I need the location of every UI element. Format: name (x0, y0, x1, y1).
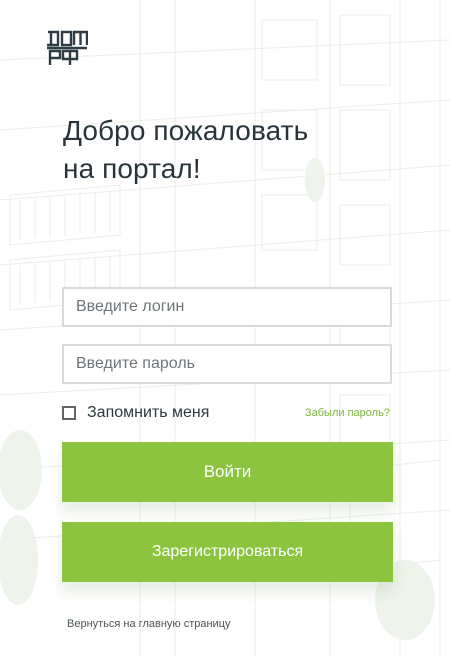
checkbox-icon[interactable] (62, 406, 76, 420)
welcome-heading: Добро пожаловать на портал! (63, 112, 393, 188)
register-button[interactable]: Зарегистрироваться (62, 522, 393, 582)
dom-rf-logo-icon[interactable] (46, 29, 88, 69)
forgot-password-link[interactable]: Забыли пароль? (305, 407, 390, 419)
welcome-line-1: Добро пожаловать (63, 115, 309, 146)
login-panel: Добро пожаловать на портал! Запомнить ме… (0, 0, 450, 656)
login-input[interactable] (62, 287, 392, 327)
password-input[interactable] (62, 344, 392, 384)
remember-me[interactable]: Запомнить меня (62, 404, 209, 422)
welcome-line-2: на портал! (63, 153, 201, 184)
remember-me-label[interactable]: Запомнить меня (87, 404, 209, 422)
login-button[interactable]: Войти (62, 442, 393, 502)
back-to-home-link[interactable]: Вернуться на главную страницу (67, 618, 231, 630)
